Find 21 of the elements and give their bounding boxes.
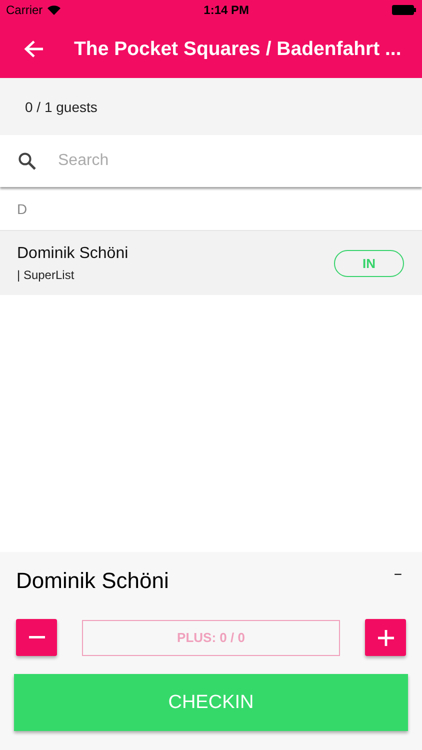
panel-guest-name: Dominik Schöni [16, 567, 169, 594]
search-icon [18, 152, 36, 170]
guest-name: Dominik Schöni [17, 244, 128, 262]
search-field[interactable]: Search [56, 151, 360, 171]
decrement-button[interactable] [16, 619, 57, 656]
plus-field: PLUS: 0 / 0 [82, 620, 340, 656]
page-title: The Pocket Squares / Badenfahrt ... [74, 38, 402, 60]
collapse-button[interactable]: − [388, 566, 408, 582]
carrier-label: Carrier [6, 3, 43, 17]
guest-list: | SuperList [17, 268, 128, 282]
minus-icon [28, 636, 44, 639]
plus-icon [376, 628, 394, 646]
battery-icon [392, 5, 416, 15]
increment-button[interactable] [365, 619, 406, 656]
guest-count: 0 / 1 guests [25, 98, 98, 114]
search-bar[interactable]: Search [0, 135, 422, 187]
wifi-icon [46, 5, 61, 15]
section-letter: D [17, 200, 28, 216]
guest-row[interactable]: Dominik Schöni | SuperList IN [0, 231, 422, 295]
back-icon[interactable] [24, 40, 44, 58]
status-time: 1:14 PM [204, 3, 250, 17]
